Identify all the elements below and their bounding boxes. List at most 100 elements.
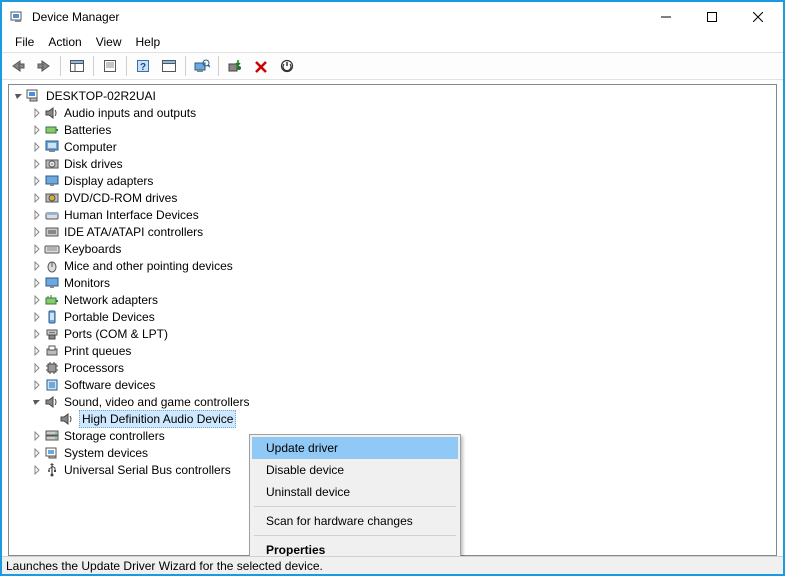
svg-text:?: ? xyxy=(140,62,146,73)
tree-category-label: Computer xyxy=(64,139,117,155)
tree-category-processors[interactable]: Processors xyxy=(9,359,776,376)
tree-category-label: System devices xyxy=(64,445,148,461)
chevron-right-icon[interactable] xyxy=(31,124,43,136)
chevron-right-icon[interactable] xyxy=(31,192,43,204)
processors-icon xyxy=(44,360,60,376)
tree-category-label: Portable Devices xyxy=(64,309,155,325)
tree-category-label: Network adapters xyxy=(64,292,158,308)
chevron-down-icon[interactable] xyxy=(31,396,43,408)
disk-icon xyxy=(44,156,60,172)
dvd-icon xyxy=(44,190,60,206)
tree-category-disk[interactable]: Disk drives xyxy=(9,155,776,172)
ports-icon xyxy=(44,326,60,342)
separator xyxy=(126,56,127,76)
tree-category-label: Disk drives xyxy=(64,156,123,172)
computer-icon xyxy=(44,139,60,155)
chevron-right-icon[interactable] xyxy=(31,430,43,442)
tree-category-display[interactable]: Display adapters xyxy=(9,172,776,189)
tree-category-label: Universal Serial Bus controllers xyxy=(64,462,231,478)
tree-category-mice[interactable]: Mice and other pointing devices xyxy=(9,257,776,274)
tree-category-hid[interactable]: Human Interface Devices xyxy=(9,206,776,223)
tree-category-ide[interactable]: IDE ATA/ATAPI controllers xyxy=(9,223,776,240)
chevron-right-icon[interactable] xyxy=(31,209,43,221)
tree-category-printq[interactable]: Print queues xyxy=(9,342,776,359)
system-icon xyxy=(44,445,60,461)
tree-category-label: Print queues xyxy=(64,343,131,359)
properties-button[interactable] xyxy=(98,54,122,78)
update-driver-button[interactable] xyxy=(223,54,247,78)
chevron-right-icon[interactable] xyxy=(31,107,43,119)
ctx-scan-hardware[interactable]: Scan for hardware changes xyxy=(252,510,458,532)
portable-icon xyxy=(44,309,60,325)
close-button[interactable] xyxy=(735,2,781,32)
tree-category-network[interactable]: Network adapters xyxy=(9,291,776,308)
ctx-disable-device[interactable]: Disable device xyxy=(252,459,458,481)
chevron-right-icon[interactable] xyxy=(31,345,43,357)
tree-device-hda[interactable]: High Definition Audio Device xyxy=(9,410,776,427)
menu-file[interactable]: File xyxy=(8,33,41,51)
chevron-right-icon[interactable] xyxy=(31,447,43,459)
tree-category-label: Storage controllers xyxy=(64,428,165,444)
chevron-right-icon[interactable] xyxy=(31,243,43,255)
network-icon xyxy=(44,292,60,308)
ctx-uninstall-device[interactable]: Uninstall device xyxy=(252,481,458,503)
tree-category-sound[interactable]: Sound, video and game controllers xyxy=(9,393,776,410)
chevron-right-icon[interactable] xyxy=(31,158,43,170)
menu-view[interactable]: View xyxy=(89,33,129,51)
tree-category-keyboards[interactable]: Keyboards xyxy=(9,240,776,257)
context-menu: Update driver Disable device Uninstall d… xyxy=(249,434,461,564)
back-button[interactable] xyxy=(6,54,30,78)
chevron-right-icon[interactable] xyxy=(31,226,43,238)
chevron-right-icon[interactable] xyxy=(31,260,43,272)
disable-button[interactable] xyxy=(275,54,299,78)
help-button[interactable]: ? xyxy=(131,54,155,78)
printq-icon xyxy=(44,343,60,359)
show-hide-tree-button[interactable] xyxy=(65,54,89,78)
app-icon xyxy=(10,9,26,25)
scan-hardware-button[interactable] xyxy=(190,54,214,78)
tree-category-batteries[interactable]: Batteries xyxy=(9,121,776,138)
chevron-down-icon[interactable] xyxy=(13,90,25,102)
tree-device-label: High Definition Audio Device xyxy=(79,410,236,428)
tree-category-ports[interactable]: Ports (COM & LPT) xyxy=(9,325,776,342)
chevron-right-icon[interactable] xyxy=(31,294,43,306)
minimize-button[interactable] xyxy=(643,2,689,32)
status-bar: Launches the Update Driver Wizard for th… xyxy=(2,556,783,574)
forward-button[interactable] xyxy=(32,54,56,78)
tree-category-label: Software devices xyxy=(64,377,155,393)
hid-icon xyxy=(44,207,60,223)
tree-root-label: DESKTOP-02R2UAI xyxy=(46,88,156,104)
tree-category-audio[interactable]: Audio inputs and outputs xyxy=(9,104,776,121)
tree-category-dvd[interactable]: DVD/CD-ROM drives xyxy=(9,189,776,206)
tree-category-computer[interactable]: Computer xyxy=(9,138,776,155)
ide-icon xyxy=(44,224,60,240)
tree-category-softdev[interactable]: Software devices xyxy=(9,376,776,393)
tree-root[interactable]: DESKTOP-02R2UAI xyxy=(9,87,776,104)
menu-action[interactable]: Action xyxy=(41,33,88,51)
chevron-right-icon[interactable] xyxy=(31,362,43,374)
menu-help[interactable]: Help xyxy=(129,33,168,51)
toolbar: ? xyxy=(2,52,783,80)
tree-category-label: Audio inputs and outputs xyxy=(64,105,196,121)
chevron-right-icon[interactable] xyxy=(31,328,43,340)
window-title: Device Manager xyxy=(32,10,643,24)
maximize-button[interactable] xyxy=(689,2,735,32)
menu-bar: File Action View Help xyxy=(2,32,783,52)
chevron-right-icon[interactable] xyxy=(31,379,43,391)
chevron-right-icon[interactable] xyxy=(31,141,43,153)
audio-icon xyxy=(44,105,60,121)
tree-category-portable[interactable]: Portable Devices xyxy=(9,308,776,325)
chevron-right-icon[interactable] xyxy=(31,277,43,289)
ctx-update-driver[interactable]: Update driver xyxy=(252,437,458,459)
tree-category-monitors[interactable]: Monitors xyxy=(9,274,776,291)
display-icon xyxy=(44,173,60,189)
storage-icon xyxy=(44,428,60,444)
computer-icon xyxy=(26,88,42,104)
separator xyxy=(93,56,94,76)
chevron-right-icon[interactable] xyxy=(31,464,43,476)
uninstall-button[interactable] xyxy=(249,54,273,78)
chevron-right-icon[interactable] xyxy=(31,311,43,323)
mice-icon xyxy=(44,258,60,274)
chevron-right-icon[interactable] xyxy=(31,175,43,187)
action-button[interactable] xyxy=(157,54,181,78)
